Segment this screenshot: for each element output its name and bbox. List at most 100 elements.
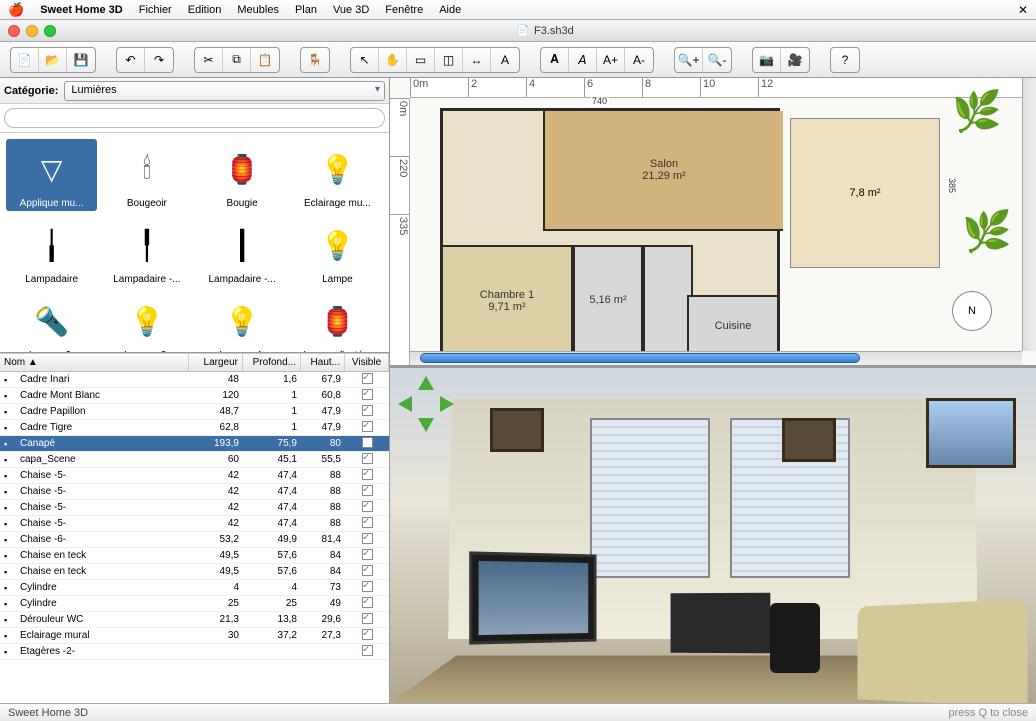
row-visible-checkbox[interactable] [362, 469, 373, 480]
room-tool-button[interactable]: ◫ [435, 48, 463, 72]
text-bold-button[interactable]: 𝐀 [541, 48, 569, 72]
menu-vue3d[interactable]: Vue 3D [333, 4, 369, 16]
table-row[interactable]: ▪Eclairage mural3037,227,3 [0, 628, 389, 644]
photo-button[interactable]: 📷 [753, 48, 781, 72]
col-name[interactable]: Nom ▲ [0, 354, 189, 371]
catalog-item[interactable]: 🔦Lampe -2- [6, 291, 97, 353]
wall-tool-button[interactable]: ▭ [407, 48, 435, 72]
row-visible-checkbox[interactable] [362, 597, 373, 608]
text-italic-button[interactable]: 𝘈 [569, 48, 597, 72]
window-close-button[interactable] [8, 25, 20, 37]
furniture-header[interactable]: Nom ▲ Largeur Profond... Haut... Visible [0, 354, 389, 372]
3d-view[interactable] [390, 368, 1036, 703]
table-row[interactable]: ▪Chaise -5-4247,488 [0, 484, 389, 500]
apple-menu-icon[interactable]: 🍎 [8, 2, 24, 18]
category-select[interactable]: Lumières [64, 81, 385, 101]
pan-tool-button[interactable]: ✋ [379, 48, 407, 72]
table-row[interactable]: ▪Cylindre252549 [0, 596, 389, 612]
zoom-out-button[interactable]: 🔍- [703, 48, 731, 72]
nav-down-icon[interactable] [418, 418, 434, 432]
table-row[interactable]: ▪Chaise -5-4247,488 [0, 516, 389, 532]
save-file-button[interactable]: 💾 [67, 48, 95, 72]
row-visible-checkbox[interactable] [362, 549, 373, 560]
row-visible-checkbox[interactable] [362, 453, 373, 464]
row-visible-checkbox[interactable] [362, 645, 373, 656]
row-visible-checkbox[interactable] [362, 629, 373, 640]
table-row[interactable]: ▪Canapé193,975,980 [0, 436, 389, 452]
row-visible-checkbox[interactable] [362, 485, 373, 496]
catalog-item[interactable]: 💡Eclairage mu... [292, 139, 383, 211]
compass-icon[interactable]: N [952, 291, 992, 331]
window-minimize-button[interactable] [26, 25, 38, 37]
catalog-item[interactable]: 🏮Lampe d'exté... [292, 291, 383, 353]
row-visible-checkbox[interactable] [362, 405, 373, 416]
catalog-item[interactable]: ╿Lampadaire -... [101, 215, 192, 287]
row-visible-checkbox[interactable] [362, 389, 373, 400]
video-button[interactable]: 🎥 [781, 48, 809, 72]
row-visible-checkbox[interactable] [362, 565, 373, 576]
table-row[interactable]: ▪Chaise -5-4247,488 [0, 468, 389, 484]
table-row[interactable]: ▪Cylindre4473 [0, 580, 389, 596]
catalog-item[interactable]: 💡Lampe -3- [101, 291, 192, 353]
table-row[interactable]: ▪capa_Scene6045,155,5 [0, 452, 389, 468]
nav-left-icon[interactable] [398, 396, 412, 412]
catalog-item[interactable]: 💡Lampe -4- [197, 291, 288, 353]
catalog-search-input[interactable] [4, 108, 385, 128]
close-x-icon[interactable]: ✕ [1018, 3, 1028, 17]
menu-meubles[interactable]: Meubles [237, 4, 279, 16]
table-row[interactable]: ▪Chaise -6-53,249,981,4 [0, 532, 389, 548]
menu-fichier[interactable]: Fichier [139, 4, 172, 16]
row-visible-checkbox[interactable] [362, 581, 373, 592]
catalog-item[interactable]: ┃Lampadaire -... [197, 215, 288, 287]
text-decrease-button[interactable]: A- [625, 48, 653, 72]
menu-plan[interactable]: Plan [295, 4, 317, 16]
menu-edition[interactable]: Edition [188, 4, 222, 16]
catalog-item[interactable]: 🕯Bougeoir [101, 139, 192, 211]
row-visible-checkbox[interactable] [362, 437, 373, 448]
furniture-list[interactable]: Nom ▲ Largeur Profond... Haut... Visible… [0, 353, 389, 703]
row-visible-checkbox[interactable] [362, 501, 373, 512]
nav-up-icon[interactable] [418, 376, 434, 390]
col-visible[interactable]: Visible [345, 354, 389, 371]
table-row[interactable]: ▪Cadre Mont Blanc120160,8 [0, 388, 389, 404]
cut-button[interactable]: ✂ [195, 48, 223, 72]
table-row[interactable]: ▪Cadre Papillon48,7147,9 [0, 404, 389, 420]
paste-button[interactable]: 📋 [251, 48, 279, 72]
row-visible-checkbox[interactable] [362, 517, 373, 528]
app-title[interactable]: Sweet Home 3D [40, 4, 123, 16]
table-row[interactable]: ▪Cadre Tigre62,8147,9 [0, 420, 389, 436]
row-visible-checkbox[interactable] [362, 533, 373, 544]
table-row[interactable]: ▪Cadre Inari481,667,9 [0, 372, 389, 388]
plan-view[interactable]: 0m24681012 0m220335 740 Salon 21,29 m² C… [390, 78, 1036, 368]
table-row[interactable]: ▪Chaise -5-4247,488 [0, 500, 389, 516]
floor-plan[interactable]: Salon 21,29 m² Chambre 1 9,71 m² 5,16 m²… [440, 108, 780, 358]
new-file-button[interactable]: 📄 [11, 48, 39, 72]
zoom-in-button[interactable]: 🔍+ [675, 48, 703, 72]
window-zoom-button[interactable] [44, 25, 56, 37]
table-row[interactable]: ▪Etagères -2- [0, 644, 389, 660]
catalog-item[interactable]: 🏮Bougie [197, 139, 288, 211]
col-width[interactable]: Largeur [189, 354, 243, 371]
plan-scrollbar-h[interactable] [410, 351, 1022, 365]
help-button[interactable]: ? [831, 48, 859, 72]
select-tool-button[interactable]: ↖ [351, 48, 379, 72]
col-height[interactable]: Haut... [301, 354, 345, 371]
catalog-item[interactable]: ▽Applique mu... [6, 139, 97, 211]
catalog-item[interactable]: ╽Lampadaire [6, 215, 97, 287]
menu-fenetre[interactable]: Fenêtre [385, 4, 423, 16]
dimension-tool-button[interactable]: ↔ [463, 48, 491, 72]
nav-right-icon[interactable] [440, 396, 454, 412]
row-visible-checkbox[interactable] [362, 421, 373, 432]
redo-button[interactable]: ↷ [145, 48, 173, 72]
table-row[interactable]: ▪Chaise en teck49,557,684 [0, 548, 389, 564]
col-depth[interactable]: Profond... [243, 354, 301, 371]
copy-button[interactable]: ⧉ [223, 48, 251, 72]
table-row[interactable]: ▪Chaise en teck49,557,684 [0, 564, 389, 580]
text-increase-button[interactable]: A+ [597, 48, 625, 72]
text-tool-button[interactable]: A [491, 48, 519, 72]
row-visible-checkbox[interactable] [362, 613, 373, 624]
menu-aide[interactable]: Aide [439, 4, 461, 16]
undo-button[interactable]: ↶ [117, 48, 145, 72]
add-furniture-button[interactable]: 🪑 [301, 48, 329, 72]
open-file-button[interactable]: 📂 [39, 48, 67, 72]
